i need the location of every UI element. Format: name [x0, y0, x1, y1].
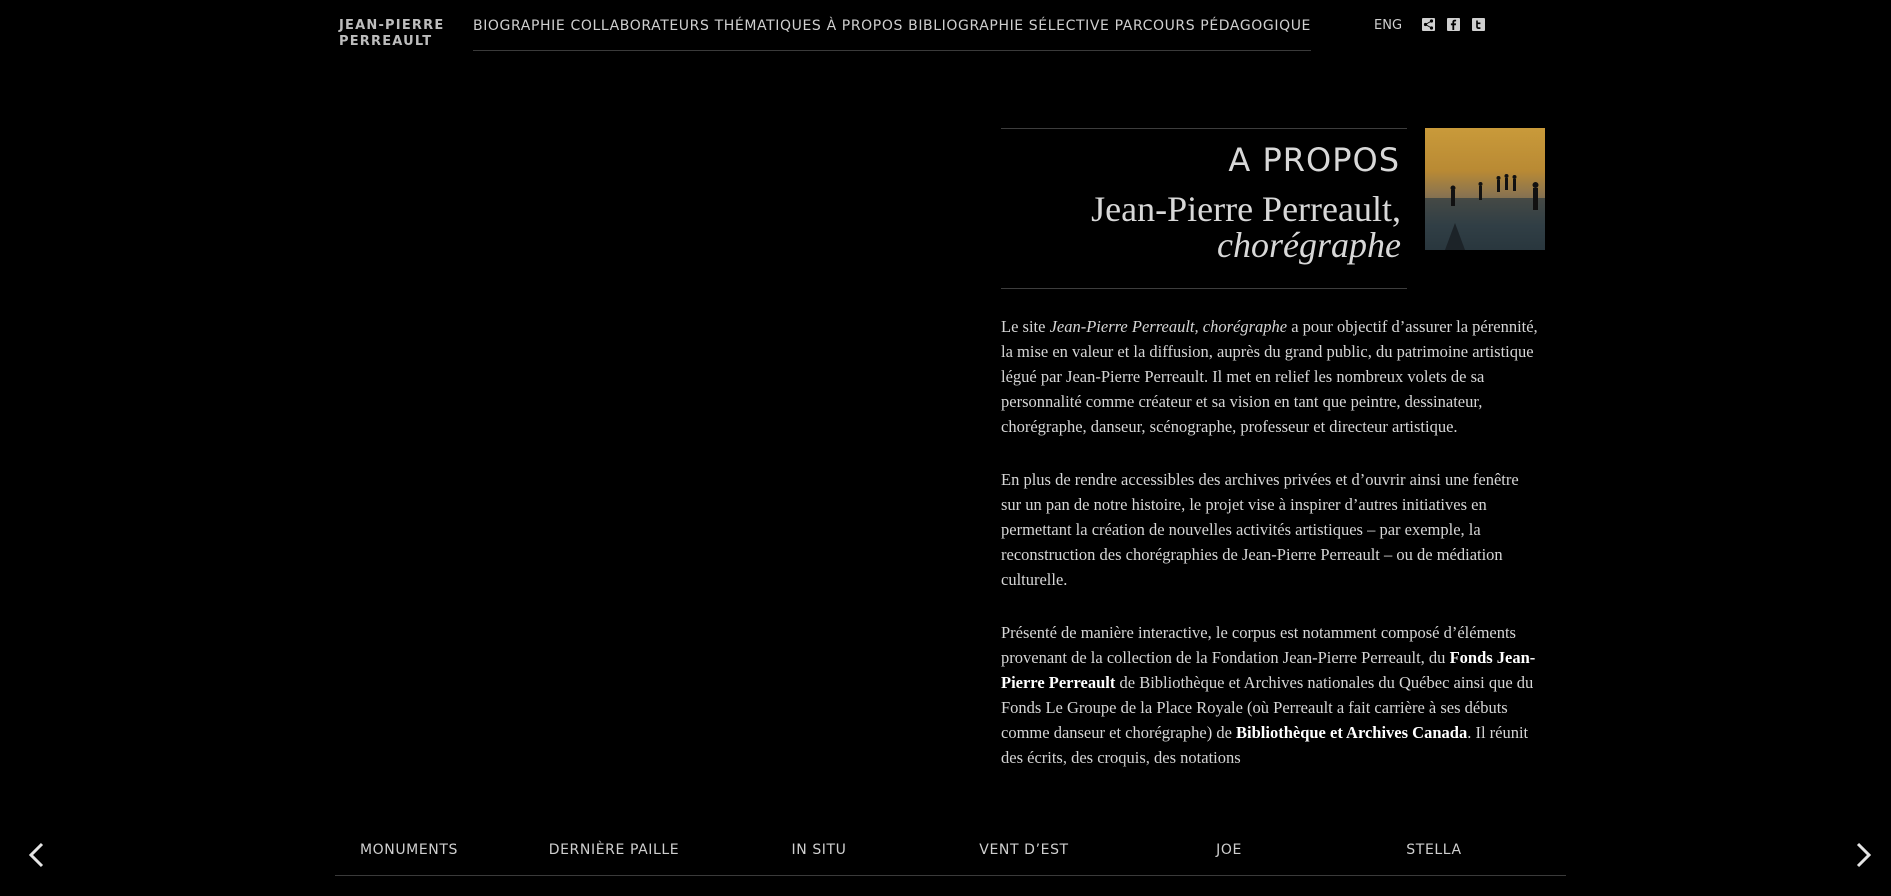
logo-line-2: PERREAULT [339, 34, 433, 49]
nav-item-bibliographie[interactable]: BIBLIOGRAPHIE SÉLECTIVE [908, 14, 1109, 34]
nav-item-a-propos[interactable]: À PROPOS [827, 14, 903, 34]
share-icon[interactable] [1422, 18, 1435, 31]
work-item-derniere-paille[interactable]: DERNIÈRE PAILLE [549, 842, 680, 858]
chevron-right-icon[interactable] [1850, 838, 1876, 872]
work-item-joe[interactable]: JOE [1216, 842, 1242, 858]
works-carousel-nav: MONUMENTS DERNIÈRE PAILLE IN SITU VENT D… [335, 830, 1566, 876]
twitter-icon[interactable] [1472, 18, 1485, 31]
work-item-stella[interactable]: STELLA [1406, 842, 1461, 858]
nav-item-parcours[interactable]: PARCOURS PÉDAGOGIQUE [1115, 14, 1311, 34]
page-title-line-2: chorégraphe [1217, 225, 1401, 265]
nav-item-collaborateurs[interactable]: COLLABORATEURS [570, 14, 709, 34]
paragraph-1: Le site Jean-Pierre Perreault, chorégrap… [1001, 317, 1538, 436]
work-item-vent-d-est[interactable]: VENT D’EST [979, 842, 1068, 858]
paragraph-2: En plus de rendre accessibles des archiv… [1001, 470, 1519, 589]
site-title-italic: Jean-Pierre Perreault, chorégraphe [1049, 317, 1288, 336]
facebook-icon[interactable] [1447, 18, 1460, 31]
header-thumbnail-image [1425, 128, 1545, 250]
paragraph-3: Présenté de manière interactive, le corp… [1001, 623, 1536, 767]
logo-line-1: JEAN-PIERRE [339, 18, 445, 33]
content-fade-overlay [1001, 760, 1561, 792]
work-item-monuments[interactable]: MONUMENTS [360, 842, 458, 858]
page-header: A PROPOS Jean-Pierre Perreault, chorégra… [1001, 128, 1407, 289]
nav-item-thematiques[interactable]: THÉMATIQUES [715, 14, 822, 34]
about-text: Le site Jean-Pierre Perreault, chorégrap… [1001, 314, 1541, 788]
main-nav: BIOGRAPHIE COLLABORATEURS THÉMATIQUES À … [473, 14, 1311, 51]
nav-item-biographie[interactable]: BIOGRAPHIE [473, 14, 565, 34]
main-content[interactable]: A PROPOS Jean-Pierre Perreault, chorégra… [1001, 128, 1551, 788]
work-item-in-situ[interactable]: IN SITU [791, 842, 846, 858]
page-kicker: A PROPOS [1228, 141, 1400, 179]
site-logo[interactable]: JEAN-PIERRE PERREAULT [339, 18, 444, 50]
page-title: Jean-Pierre Perreault, chorégraphe [1091, 191, 1401, 263]
link-bac[interactable]: Bibliothèque et Archives Canada [1236, 723, 1467, 742]
page-title-line-1: Jean-Pierre Perreault, [1091, 189, 1401, 229]
language-switch[interactable]: ENG [1374, 18, 1402, 33]
chevron-left-icon[interactable] [24, 838, 50, 872]
